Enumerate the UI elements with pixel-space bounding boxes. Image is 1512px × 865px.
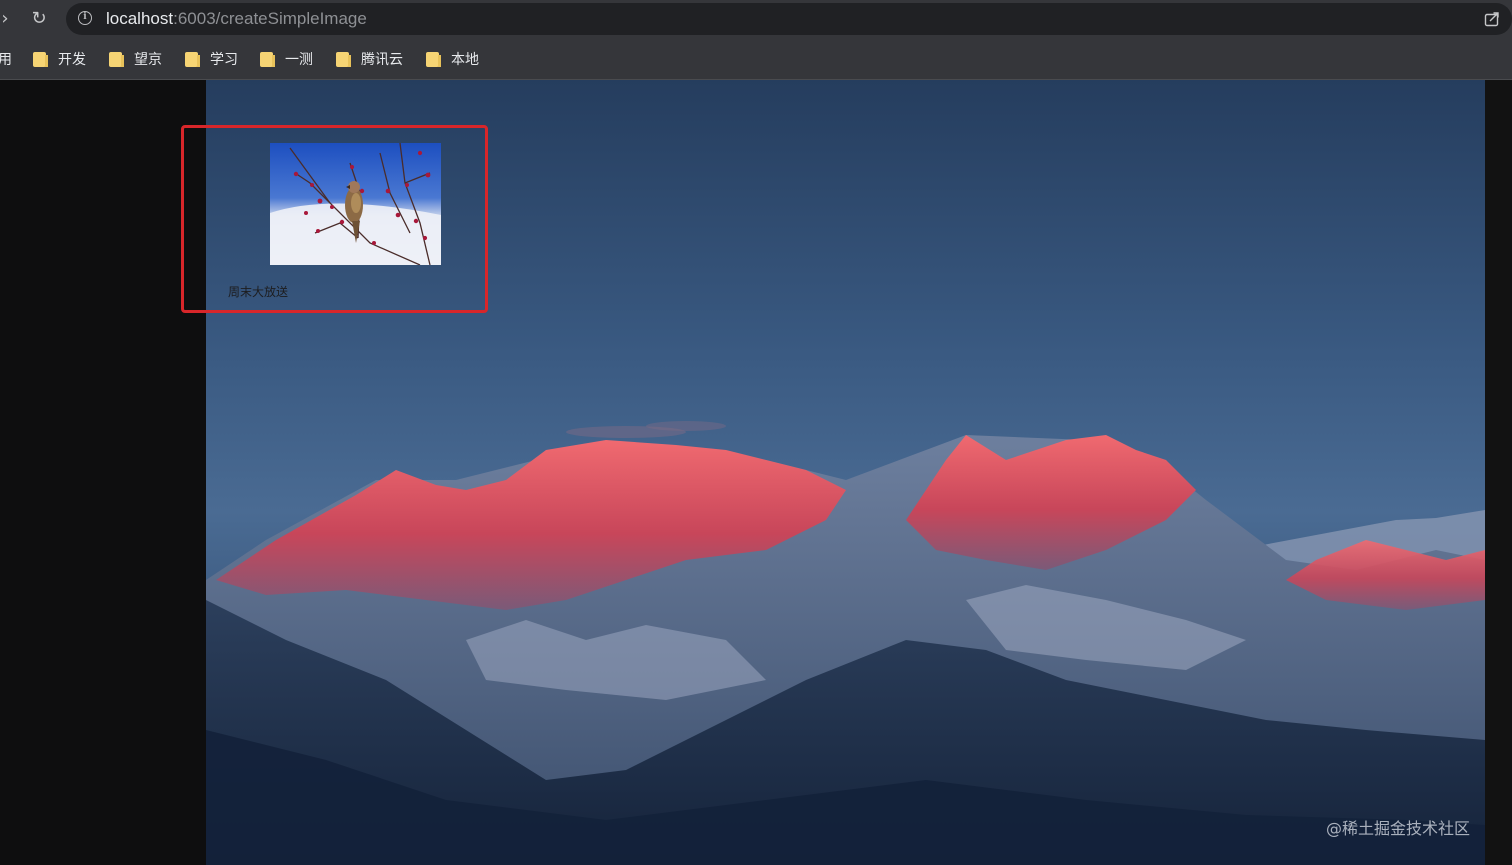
folder-icon [426, 51, 441, 67]
bookmark-label: 开发 [58, 52, 86, 68]
bookmark-folder-study[interactable]: 学习 [185, 50, 238, 68]
folder-icon [260, 51, 275, 67]
bookmark-label: 用 [0, 52, 12, 68]
address-bar[interactable]: i localhost:6003/createSimpleImage [66, 3, 1512, 35]
folder-icon [185, 51, 200, 67]
bookmark-folder-dev[interactable]: 开发 [33, 50, 86, 68]
folder-icon [33, 51, 48, 67]
folder-icon [336, 51, 351, 67]
folder-icon [109, 51, 124, 67]
url-path: :6003/createSimpleImage [173, 9, 367, 28]
bookmark-label: 一测 [285, 52, 313, 68]
window-right-edge [1485, 80, 1512, 865]
url-host: localhost [106, 9, 174, 28]
watermark: @稀土掘金技术社区 [1326, 819, 1471, 838]
forward-arrow-icon[interactable]: › [0, 6, 18, 32]
info-icon[interactable]: i [78, 11, 92, 25]
browser-chrome: › ↻ i localhost:6003/createSimpleImage 用… [0, 0, 1512, 80]
bookmark-folder-tencent-cloud[interactable]: 腾讯云 [336, 50, 403, 68]
browser-toolbar: › ↻ i localhost:6003/createSimpleImage [0, 0, 1512, 38]
highlight-box [181, 125, 488, 313]
bookmark-label: 腾讯云 [361, 52, 403, 68]
share-icon[interactable] [1484, 11, 1500, 27]
bookmark-folder-wangjing[interactable]: 望京 [109, 50, 162, 68]
reload-icon[interactable]: ↻ [26, 6, 52, 32]
bookmark-label: 望京 [134, 52, 162, 68]
bookmark-folder-test[interactable]: 一测 [260, 50, 313, 68]
url-text[interactable]: localhost:6003/createSimpleImage [106, 9, 367, 29]
bookmarks-bar: 用 开发 望京 学习 一测 腾讯云 本地 [0, 38, 1512, 80]
bookmark-apps[interactable]: 用 [0, 50, 12, 68]
bookmark-folder-local[interactable]: 本地 [426, 50, 479, 68]
bookmark-label: 学习 [210, 52, 238, 68]
bookmark-label: 本地 [451, 52, 479, 68]
